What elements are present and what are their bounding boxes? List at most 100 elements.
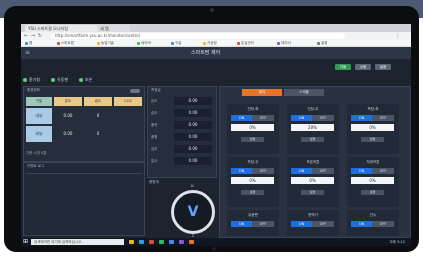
on-button[interactable]: ON (291, 168, 312, 174)
windows-taskbar: ⊞ 검색하려면 여기에 입력하십시오. 오후 3:12 (21, 238, 411, 246)
off-button[interactable]: OFF (372, 221, 394, 227)
status-item: 유동팬 (51, 76, 68, 84)
percent-field[interactable]: 0% (291, 177, 334, 184)
card-title: 차광커튼 (366, 160, 380, 164)
bookmark-item[interactable]: 스마트팜 (57, 40, 74, 46)
bookmark-item[interactable]: 네이버 (137, 40, 151, 46)
on-button[interactable]: ON (351, 221, 372, 227)
bookmark-icon (171, 41, 174, 45)
bookmark-item[interactable]: 앱 (25, 40, 32, 46)
toggle-icon[interactable] (130, 89, 140, 93)
percent-field[interactable]: 0% (231, 177, 274, 184)
chrome-icon[interactable] (149, 240, 154, 244)
bookmark-icon (57, 41, 60, 45)
percent-field[interactable]: 0% (351, 124, 394, 131)
table-cell: 0.00 (63, 131, 73, 136)
on-button[interactable]: ON (231, 221, 252, 227)
apply-button[interactable]: 실행 (301, 137, 324, 142)
mode-buttons: 자동 수동 설정 (21, 60, 411, 74)
control-card: 유동팬 ON OFF (227, 210, 279, 236)
manual-mode-button[interactable]: 수동 (355, 64, 371, 70)
row-label: 외부 (26, 126, 52, 142)
on-button[interactable]: ON (231, 115, 252, 121)
control-card: 차광커튼 ON OFF 0% 실행 (347, 157, 399, 207)
bookmark-icon (317, 41, 320, 45)
header-cell: CO2 (114, 97, 142, 106)
wind-dial: V (171, 190, 215, 234)
bookmark-item[interactable]: 구글 (171, 40, 181, 46)
apply-button[interactable]: 실행 (361, 137, 384, 142)
header-cell: 온도 (54, 97, 82, 106)
tab-schedule[interactable]: 스케줄 (284, 89, 324, 96)
status-row: 환기창 유동팬 보온 (23, 76, 153, 84)
control-card: 양액기 ON OFF (287, 210, 339, 236)
on-button[interactable]: ON (351, 115, 372, 121)
browser-tab-new[interactable]: 새 탭 (97, 25, 130, 32)
tab-control[interactable]: 제어 (242, 89, 282, 96)
windows-start-icon[interactable]: ⊞ (23, 239, 29, 245)
measure-value: 0.00 (174, 121, 212, 129)
on-button[interactable]: ON (231, 168, 252, 174)
bookmark-item[interactable]: 데이터 (277, 40, 291, 46)
percent-field[interactable]: 20% (291, 124, 334, 131)
apply-button[interactable]: 실행 (301, 190, 324, 195)
card-title: 양액기 (308, 213, 318, 217)
settings-button[interactable]: 설정 (375, 64, 391, 70)
bookmark-item[interactable]: 농업기술 (97, 40, 114, 46)
on-button[interactable]: ON (351, 168, 372, 174)
hamburger-icon[interactable]: ≡ (25, 50, 31, 56)
file-explorer-icon[interactable] (129, 240, 134, 244)
percent-field[interactable]: 0% (231, 124, 274, 131)
control-card: 측창-좌 ON OFF 0% 실행 (347, 104, 399, 154)
bookmark-item[interactable]: 온실관리 (237, 40, 254, 46)
status-led-icon (23, 78, 27, 82)
measure-value: 0.00 (174, 145, 212, 153)
reload-icon[interactable]: ↻ (37, 33, 43, 39)
on-button[interactable]: ON (291, 221, 312, 227)
apply-button[interactable]: 실행 (241, 137, 264, 142)
measure-panel-title: 측정값 (151, 88, 161, 92)
off-button[interactable]: OFF (312, 221, 334, 227)
measure-value: 0.00 (174, 97, 212, 105)
card-title: 천창-우 (307, 107, 319, 111)
percent-field[interactable]: 0% (351, 177, 394, 184)
off-button[interactable]: OFF (312, 115, 334, 121)
app-icon[interactable] (169, 240, 174, 244)
off-button[interactable]: OFF (312, 168, 334, 174)
off-button[interactable]: OFF (252, 115, 274, 121)
address-bar: ← → ↻ http://smartfarm.ysu.ac.kr/monitor… (21, 32, 411, 40)
log-panel: 이벤트 로그 (23, 162, 145, 236)
taskbar-search[interactable]: 검색하려면 여기에 입력하십시오. (31, 239, 124, 245)
auto-mode-button[interactable]: 자동 (335, 64, 351, 70)
app-icon[interactable] (179, 240, 184, 244)
off-button[interactable]: OFF (372, 115, 394, 121)
dial-north-label: N (191, 184, 194, 188)
sensor-panel: 환경정보 구분 온도 습도 CO2 내부 0.00 0 외부 0.00 0 기준… (23, 86, 145, 162)
header-cell: 구분 (26, 97, 52, 106)
off-button[interactable]: OFF (372, 168, 394, 174)
apply-button[interactable]: 실행 (361, 190, 384, 195)
table-cell: 0 (96, 113, 100, 118)
home-button[interactable] (212, 247, 216, 251)
off-button[interactable]: OFF (252, 168, 274, 174)
sensor-panel-title: 환경정보 (27, 88, 40, 92)
bookmark-item[interactable]: 설정 (317, 40, 327, 46)
apply-button[interactable]: 실행 (241, 190, 264, 195)
off-button[interactable]: OFF (252, 221, 274, 227)
edge-icon[interactable] (139, 240, 144, 244)
app-icon[interactable] (189, 240, 194, 244)
table-cell (114, 108, 142, 124)
back-icon[interactable]: ← (23, 33, 29, 39)
card-title: 보온커튼 (306, 160, 320, 164)
header-cell: 습도 (84, 97, 112, 106)
app-icon[interactable] (159, 240, 164, 244)
menu-dots-icon[interactable]: ⋮ (395, 33, 401, 39)
forward-icon[interactable]: → (30, 33, 36, 39)
status-item: 보온 (79, 76, 92, 84)
bookmark-item[interactable]: 기상청 (203, 40, 217, 46)
screen: YSU 스마트팜 모니터링 새 탭 ← → ↻ http://smartfarm… (21, 24, 411, 246)
on-button[interactable]: ON (291, 115, 312, 121)
url-field[interactable]: http://smartfarm.ysu.ac.kr/monitor/contr… (51, 33, 345, 39)
browser-tab-active[interactable]: YSU 스마트팜 모니터링 (25, 25, 98, 32)
measure-value: 0.00 (174, 133, 212, 141)
